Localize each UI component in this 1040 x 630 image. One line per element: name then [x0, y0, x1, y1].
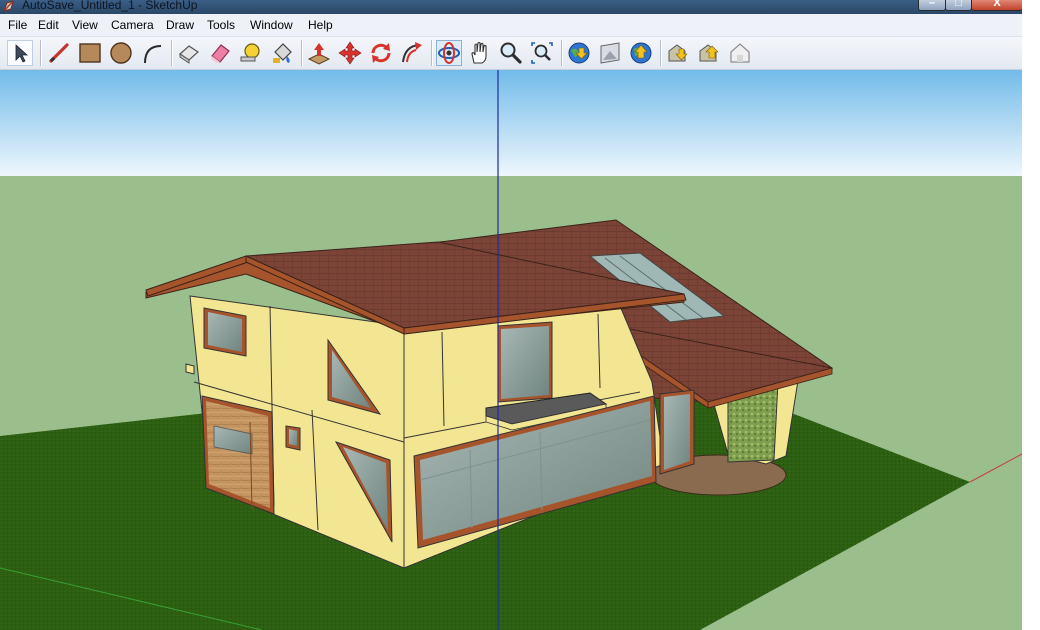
- preview-earth-button[interactable]: [696, 40, 722, 66]
- small-window-glass: [289, 429, 297, 446]
- rotate-tool-button[interactable]: [368, 40, 394, 66]
- share-model-icon: [600, 42, 620, 64]
- menu-camera[interactable]: Camera: [111, 18, 154, 32]
- get-models-button[interactable]: [566, 40, 592, 66]
- sky: [0, 70, 1022, 176]
- modeling-viewport[interactable]: [0, 70, 1022, 630]
- globe-upload-icon: [630, 42, 652, 64]
- toolbar-separator: [431, 40, 433, 66]
- close-glyph: X: [993, 0, 1001, 9]
- minimize-glyph: –: [928, 0, 936, 9]
- menu-view[interactable]: View: [72, 18, 98, 32]
- select-tool-button[interactable]: [7, 40, 33, 66]
- menu-file[interactable]: File: [8, 18, 27, 32]
- eraser-icon: [211, 44, 230, 63]
- circle-icon: [110, 42, 132, 64]
- toolbar-separator: [40, 40, 42, 66]
- menu-window[interactable]: Window: [250, 18, 293, 32]
- close-button[interactable]: X: [971, 0, 1022, 11]
- zoom-extents-icon: [531, 42, 553, 64]
- share-component-button[interactable]: [727, 40, 753, 66]
- rectangle-icon: [79, 43, 101, 63]
- line-tool-button[interactable]: [46, 40, 72, 66]
- add-location-button[interactable]: [628, 40, 654, 66]
- component-icon: [179, 45, 199, 64]
- magnifier-icon: [500, 42, 522, 64]
- hand-icon: [471, 41, 487, 64]
- wall-bracket: [185, 363, 195, 375]
- zoom-tool-button[interactable]: [498, 40, 524, 66]
- orbit-icon: [438, 42, 460, 64]
- arc-icon: [144, 45, 162, 64]
- menu-tools[interactable]: Tools: [207, 18, 235, 32]
- upper-center-window-glass: [501, 326, 549, 399]
- title-bar: AutoSave_Untitled_1 - SketchUp – □ X: [0, 0, 1022, 14]
- house-download-icon: [668, 44, 688, 62]
- pan-tool-button[interactable]: [467, 40, 493, 66]
- follow-me-button[interactable]: [399, 40, 425, 66]
- share-model-button[interactable]: [597, 40, 623, 66]
- globe-download-icon: [568, 42, 590, 64]
- pencil-icon: [49, 43, 69, 63]
- house-outline-icon: [730, 43, 750, 63]
- tape-measure-button[interactable]: [238, 40, 264, 66]
- side-door-glass: [664, 394, 690, 470]
- scene-canvas[interactable]: [0, 70, 1022, 630]
- upper-left-window-glass: [208, 312, 242, 352]
- paint-bucket-button[interactable]: [269, 40, 295, 66]
- toolbar: [0, 37, 1022, 70]
- make-component-button[interactable]: [176, 40, 202, 66]
- toolbar-separator: [561, 40, 563, 66]
- menu-draw[interactable]: Draw: [166, 18, 194, 32]
- toolbar-separator: [171, 40, 173, 66]
- paint-bucket-icon: [273, 43, 292, 63]
- maximize-button[interactable]: □: [945, 0, 972, 11]
- circle-tool-button[interactable]: [108, 40, 134, 66]
- zoom-extents-button[interactable]: [529, 40, 555, 66]
- menu-bar: File Edit View Camera Draw Tools Window …: [0, 14, 1022, 37]
- select-arrow-icon: [15, 44, 29, 63]
- arc-tool-button[interactable]: [139, 40, 165, 66]
- menu-help[interactable]: Help: [308, 18, 333, 32]
- sketchup-app-icon: [3, 0, 14, 12]
- toolbar-separator: [660, 40, 662, 66]
- move-arrows-icon: [338, 41, 362, 65]
- follow-me-icon: [402, 42, 422, 63]
- toolbar-separator: [301, 40, 303, 66]
- house-upload-icon: [699, 44, 719, 62]
- push-pull-icon: [307, 43, 331, 65]
- rotate-icon: [371, 43, 391, 63]
- eraser-tool-button[interactable]: [207, 40, 233, 66]
- push-pull-button[interactable]: [306, 40, 332, 66]
- minimize-button[interactable]: –: [918, 0, 946, 11]
- rectangle-tool-button[interactable]: [77, 40, 103, 66]
- get-photo-texture-button[interactable]: [665, 40, 691, 66]
- orbit-tool-button[interactable]: [436, 40, 462, 66]
- menu-edit[interactable]: Edit: [38, 18, 59, 32]
- move-tool-button[interactable]: [337, 40, 363, 66]
- window-right-gutter: [1022, 0, 1040, 630]
- window-title: AutoSave_Untitled_1 - SketchUp: [22, 0, 198, 12]
- tape-measure-icon: [240, 43, 260, 62]
- maximize-glyph: □: [955, 0, 962, 9]
